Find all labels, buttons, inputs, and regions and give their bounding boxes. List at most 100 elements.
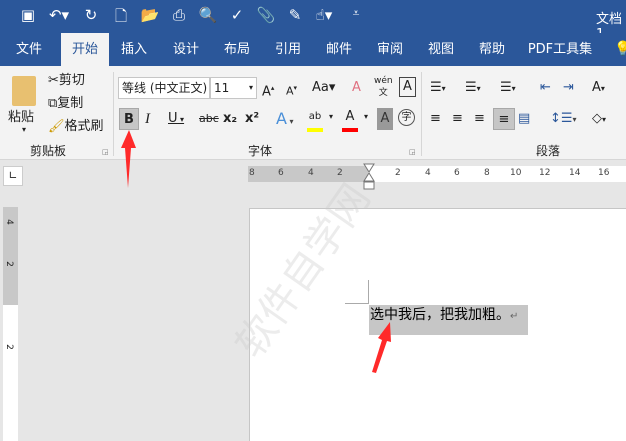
attach-icon[interactable]: 📎: [255, 6, 277, 24]
tab-help[interactable]: 帮助: [468, 33, 516, 66]
indent-marker-handle[interactable]: [363, 163, 375, 191]
open-icon[interactable]: 📂: [139, 6, 161, 24]
character-shading-button[interactable]: A: [377, 108, 393, 130]
enclose-label: 字: [401, 112, 412, 123]
dialog-launcher-icon[interactable]: ◲: [409, 148, 416, 156]
highlight-color-button[interactable]: ab: [307, 106, 323, 132]
ruler-tick: 2: [3, 344, 14, 350]
bullets-button[interactable]: ☰▾: [430, 77, 446, 99]
distributed-button[interactable]: ▤: [518, 108, 530, 130]
decrease-indent-button[interactable]: ⇤: [540, 77, 551, 99]
document-paragraph: 选中我后，把我加粗。: [370, 307, 510, 323]
touch-mode-icon[interactable]: ☝▾: [313, 6, 335, 24]
font-group-label: 字体: [248, 144, 273, 158]
print-preview-icon[interactable]: 🔍: [197, 6, 219, 24]
font-size-value: 11: [214, 81, 230, 95]
tab-mailings[interactable]: 邮件: [315, 33, 363, 66]
ruler-tick: 16: [598, 168, 610, 178]
ruler-tick: 8: [484, 168, 490, 178]
underline-label: U: [168, 111, 178, 126]
align-right-button[interactable]: ≡: [474, 108, 485, 130]
shading-button[interactable]: ◇▾: [592, 108, 606, 130]
undo-icon[interactable]: ↶▾: [48, 6, 70, 24]
shrink-font-button[interactable]: A▾: [286, 77, 297, 99]
redo-icon[interactable]: ↻: [80, 6, 102, 24]
tab-references[interactable]: 引用: [264, 33, 312, 66]
title-bar: ▣ ↶▾ ↻ 🗋 📂 ⎙ 🔍 ✓ 📎 ✎ ☝▾ ⩡ 文档1: [0, 0, 626, 42]
change-case-button[interactable]: Aa▾: [312, 77, 335, 99]
asian-layout-button[interactable]: A▾: [592, 77, 605, 99]
multilevel-list-button[interactable]: ☰▾: [500, 77, 516, 99]
numbering-button[interactable]: ☰▾: [465, 77, 481, 99]
ruler-tick: 6: [454, 168, 460, 178]
margin-corner-mark: [345, 303, 369, 304]
chevron-down-icon: ▾: [22, 125, 27, 134]
clear-formatting-icon[interactable]: A: [352, 77, 361, 99]
ribbon: 粘贴 ▾ ✂剪切 ⧉复制 🖌格式刷 剪贴板 ◲ 等线 (中文正文) 11 ▾ A▴…: [0, 66, 626, 160]
ruler-tick: 2: [3, 261, 14, 267]
ruler-tick: 10: [510, 168, 522, 178]
bold-label: B: [124, 112, 134, 127]
vertical-ruler[interactable]: 4 2 2: [3, 207, 18, 441]
font-color-button[interactable]: A: [342, 106, 358, 132]
tab-selector-button[interactable]: ∟: [3, 166, 23, 186]
format-painter-label: 格式刷: [64, 119, 104, 134]
edit-icon[interactable]: ✎: [284, 6, 306, 24]
phonetic-guide-button[interactable]: wén 文: [374, 75, 393, 98]
spelling-icon[interactable]: ✓: [226, 6, 248, 24]
tab-insert[interactable]: 插入: [110, 33, 158, 66]
phonetic-label: wén: [374, 76, 393, 86]
ruler-tick: 6: [278, 168, 284, 178]
tab-view[interactable]: 视图: [417, 33, 465, 66]
selected-text[interactable]: 选中我后，把我加粗。↵: [369, 305, 528, 335]
chevron-down-icon[interactable]: ▾: [329, 112, 333, 121]
cut-button[interactable]: ✂剪切: [48, 70, 85, 92]
font-size-select[interactable]: 11 ▾: [210, 77, 257, 99]
text-effects-button[interactable]: A ▾: [276, 108, 294, 130]
dialog-launcher-icon[interactable]: ◲: [102, 148, 109, 156]
tab-layout[interactable]: 布局: [213, 33, 261, 66]
strikethrough-button[interactable]: abc: [199, 108, 219, 130]
grow-font-button[interactable]: A▴: [262, 77, 274, 99]
justify-button[interactable]: ≡: [493, 108, 515, 130]
strike-label: abc: [199, 112, 219, 125]
align-left-button[interactable]: ≡: [430, 108, 441, 130]
tab-review[interactable]: 审阅: [366, 33, 414, 66]
tab-file[interactable]: 文件: [5, 33, 53, 66]
character-border-button[interactable]: A: [399, 77, 416, 97]
underline-button[interactable]: U ▾: [168, 108, 184, 130]
char-border-label: A: [403, 79, 412, 94]
paragraph-mark: ↵: [510, 311, 519, 322]
subscript-button[interactable]: x₂: [223, 108, 237, 130]
change-case-label: Aa: [312, 80, 329, 95]
new-document-icon[interactable]: 🗋: [110, 6, 132, 31]
chevron-down-icon: ▾: [248, 83, 253, 92]
print-icon[interactable]: ⎙: [168, 6, 190, 24]
superscript-button[interactable]: x²: [245, 108, 259, 130]
tab-pdf-tools[interactable]: PDF工具集: [527, 33, 593, 66]
line-spacing-button[interactable]: ↕☰▾: [550, 108, 577, 130]
ruler-tick: 14: [569, 168, 581, 178]
ruler-tick: 12: [539, 168, 551, 178]
customize-toolbar-icon[interactable]: ⩡: [345, 6, 367, 21]
chevron-down-icon[interactable]: ▾: [364, 112, 368, 121]
enclose-characters-button[interactable]: 字: [398, 109, 415, 126]
font-name-value: 等线 (中文正文): [122, 81, 208, 95]
horizontal-ruler[interactable]: 8 6 4 2 2 4 6 8 10 12 14 16: [248, 166, 626, 182]
copy-icon: ⧉: [48, 96, 58, 111]
copy-button[interactable]: ⧉复制: [48, 93, 83, 115]
format-painter-button[interactable]: 🖌格式刷: [48, 116, 104, 138]
save-icon[interactable]: ▣: [17, 6, 39, 24]
align-center-button[interactable]: ≡: [452, 108, 463, 130]
font-name-select[interactable]: 等线 (中文正文): [118, 77, 210, 99]
tab-home[interactable]: 开始: [61, 33, 109, 66]
ruler-tick: 2: [395, 168, 401, 178]
bold-button[interactable]: B: [119, 108, 139, 130]
italic-label: I: [145, 111, 150, 127]
italic-button[interactable]: I: [145, 108, 150, 130]
paste-button[interactable]: 粘贴 ▾: [8, 72, 44, 150]
tell-me-icon[interactable]: 💡: [614, 41, 626, 57]
increase-indent-button[interactable]: ⇥: [563, 77, 574, 99]
tab-design[interactable]: 设计: [162, 33, 210, 66]
brush-icon: 🖌: [48, 119, 65, 134]
